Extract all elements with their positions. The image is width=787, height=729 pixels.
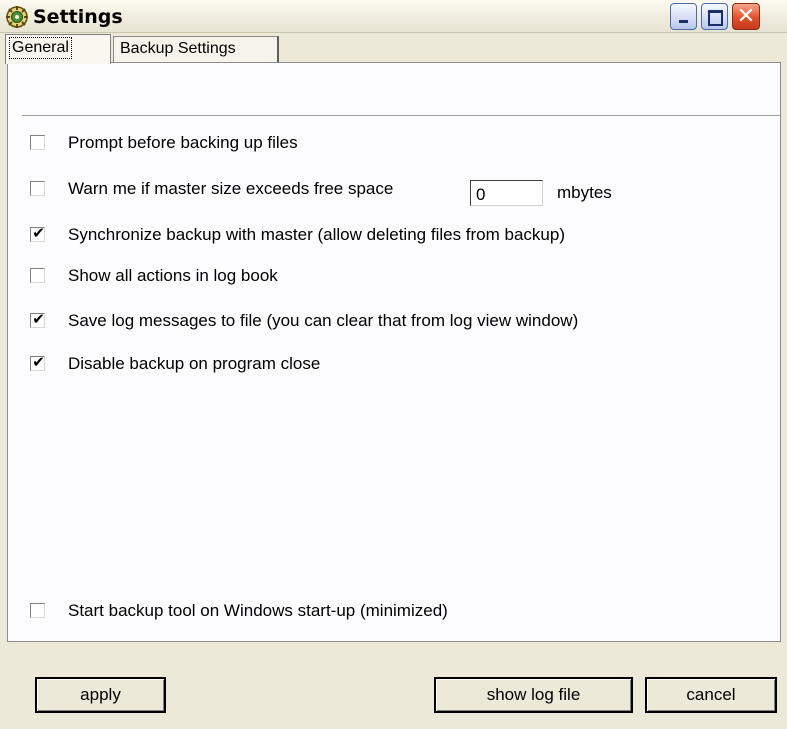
free-space-mbytes-input[interactable] xyxy=(470,180,543,206)
close-icon: ✕ xyxy=(736,4,756,29)
settings-gear-icon xyxy=(5,5,29,29)
settings-window: Settings ✕ General Backup Settings Promp… xyxy=(0,0,787,729)
apply-button[interactable]: apply xyxy=(35,677,166,713)
checkmark-icon: ✔ xyxy=(32,311,45,328)
option-label: Prompt before backing up files xyxy=(68,133,298,152)
option-label: Start backup tool on Windows start-up (m… xyxy=(68,601,448,620)
checkmark-icon: ✔ xyxy=(32,225,45,242)
minimize-button[interactable] xyxy=(670,3,697,30)
cancel-button[interactable]: cancel xyxy=(645,677,777,713)
mbytes-unit-label: mbytes xyxy=(557,183,612,202)
tab-backup-settings[interactable]: Backup Settings xyxy=(113,36,279,62)
option-label: Synchronize backup with master (allow de… xyxy=(68,225,566,244)
start-on-startup-checkbox[interactable] xyxy=(30,603,45,618)
prompt-before-backup-checkbox[interactable] xyxy=(30,135,45,150)
option-label: Show all actions in log book xyxy=(68,266,278,285)
save-log-messages-checkbox[interactable]: ✔ xyxy=(30,311,45,328)
window-title: Settings xyxy=(33,6,123,28)
option-label: Warn me if master size exceeds free spac… xyxy=(68,179,394,198)
tab-general[interactable]: General xyxy=(5,34,111,64)
maximize-icon xyxy=(708,10,723,26)
option-label: Save log messages to file (you can clear… xyxy=(68,311,579,330)
title-bar[interactable]: Settings ✕ xyxy=(0,0,787,33)
synchronize-backup-checkbox[interactable]: ✔ xyxy=(30,225,45,242)
tab-general-label: General xyxy=(9,37,72,59)
show-log-file-button[interactable]: show log file xyxy=(434,677,633,713)
divider xyxy=(22,115,780,117)
show-all-actions-checkbox[interactable] xyxy=(30,268,45,283)
option-label: Disable backup on program close xyxy=(68,354,321,373)
checkmark-icon: ✔ xyxy=(32,354,45,371)
disable-backup-on-close-checkbox[interactable]: ✔ xyxy=(30,354,45,371)
minimize-icon xyxy=(679,20,688,23)
warn-free-space-checkbox[interactable] xyxy=(30,181,45,196)
tab-backup-settings-label: Backup Settings xyxy=(120,40,236,57)
close-button[interactable]: ✕ xyxy=(732,3,760,30)
maximize-button[interactable] xyxy=(701,3,728,30)
